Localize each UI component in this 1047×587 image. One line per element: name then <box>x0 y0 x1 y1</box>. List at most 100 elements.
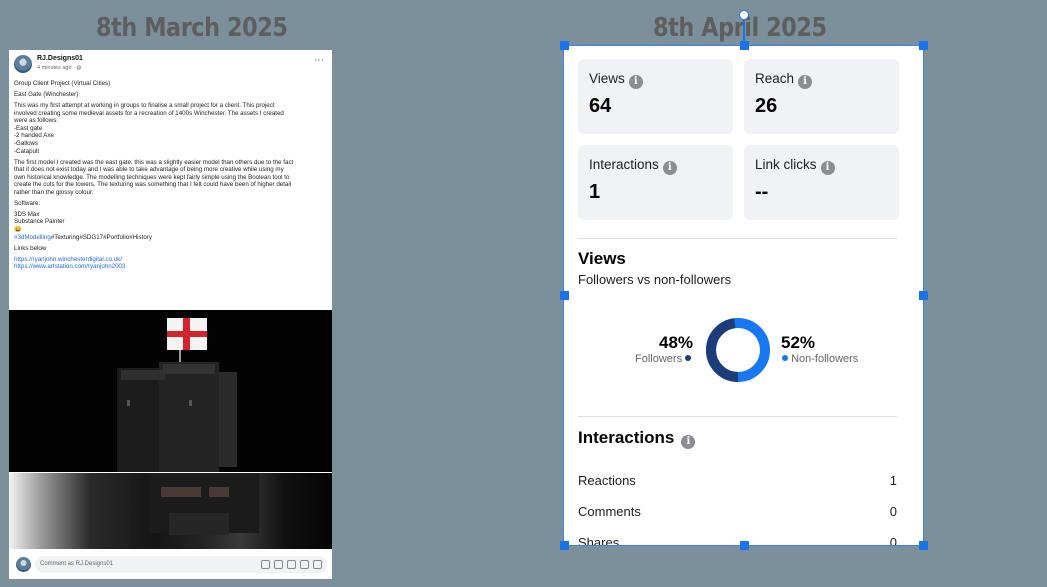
text-line: Software: <box>14 199 41 207</box>
views-stat-label: Views <box>589 71 625 86</box>
post-time-text: 4 minutes ago · <box>37 65 77 71</box>
gate-render-graphic <box>117 318 237 472</box>
info-icon[interactable]: i <box>681 435 696 449</box>
link-clicks-stat-label: Link clicks <box>755 157 817 172</box>
followers-donut-chart <box>706 318 770 382</box>
comments-value: 0 <box>889 504 897 519</box>
text-line: -Gallows <box>14 139 39 147</box>
info-icon[interactable]: i <box>798 75 813 89</box>
interactions-section-title: Interactions i <box>578 428 696 449</box>
comment-input[interactable]: Comment as RJ.Designs01 <box>35 556 327 573</box>
author-avatar[interactable] <box>14 55 32 73</box>
comment-bar: Comment as RJ.Designs01 <box>9 553 332 579</box>
text-line: were as follows: <box>14 117 59 125</box>
post-paragraph-title: Group Client Project (Virtual Cities) <box>14 80 327 88</box>
post-text: Group Client Project (Virtual Cities) Ea… <box>14 80 327 274</box>
text-line: -2 handed Axe <box>14 132 54 140</box>
hashtag-link[interactable]: #3dModelling <box>14 234 51 241</box>
text-line: Substance Painter <box>14 218 65 226</box>
resize-handle-right[interactable] <box>919 291 928 300</box>
reach-stat-value: 26 <box>755 95 778 117</box>
link-clicks-stat-value: -- <box>755 181 769 203</box>
followers-percent: 48% <box>659 333 694 352</box>
interactions-stat-label-row: Interactions i <box>589 157 677 175</box>
non-followers-percent: 52% <box>781 333 816 352</box>
more-options-icon[interactable]: ⋯ <box>314 55 324 66</box>
post-header: RJ.Designs01 4 minutes ago · ◍ ⋯ <box>14 55 327 75</box>
globe-icon: ◍ <box>76 65 82 71</box>
gate-closeup-graphic <box>149 473 259 535</box>
reach-stat-label: Reach <box>755 71 795 86</box>
reactions-label: Reactions <box>578 473 636 488</box>
comment-tools <box>261 556 322 573</box>
text-line: create the cuts for the towers. The text… <box>14 181 292 189</box>
reach-stat-card: Reach i 26 <box>744 59 899 134</box>
shares-value: 0 <box>889 535 897 545</box>
info-icon[interactable]: i <box>820 161 835 175</box>
text-line: Group Client Project (Virtual Cities) <box>14 80 111 87</box>
post-paragraph-intro: This was my first attempt at working in … <box>14 102 327 155</box>
followers-label: Followers <box>635 353 683 365</box>
text-line: that it does not exist today and I was a… <box>14 166 284 174</box>
resize-handle-left[interactable] <box>560 291 569 300</box>
rotation-handle[interactable] <box>739 10 749 20</box>
interactions-stat-value: 1 <box>589 181 601 203</box>
interactions-stat-label: Interactions <box>589 157 659 172</box>
non-followers-legend: Non-followers <box>782 353 858 365</box>
gif-icon[interactable] <box>261 560 270 569</box>
gif-picker-icon[interactable] <box>300 560 309 569</box>
resize-handle-bottom-right[interactable] <box>919 541 928 550</box>
post-image-gate-render[interactable] <box>9 310 332 472</box>
hashtags: #3dModelling#Texturing#SDG17#Portfolio#H… <box>14 234 327 242</box>
portfolio-link[interactable]: https://ryanjohn.winchesterdigital.co.uk… <box>14 256 327 264</box>
text-line: East Gate (Winchester) <box>14 90 79 98</box>
interactions-section-title-text: Interactions <box>578 428 675 447</box>
post-author[interactable]: RJ.Designs01 <box>37 55 83 62</box>
camera-icon[interactable] <box>287 560 296 569</box>
emoji-icon[interactable] <box>274 560 283 569</box>
resize-handle-bottom[interactable] <box>740 541 749 550</box>
views-section-subtitle: Followers vs non-followers <box>578 272 732 287</box>
comment-placeholder: Comment as RJ.Designs01 <box>40 561 114 567</box>
text-line: -East gate <box>14 124 43 132</box>
reactions-value: 1 <box>889 473 897 488</box>
divider <box>578 416 897 417</box>
resize-handle-top[interactable] <box>740 41 749 50</box>
info-icon[interactable]: i <box>628 75 643 89</box>
sticker-icon[interactable] <box>313 560 322 569</box>
commenter-avatar <box>16 557 31 572</box>
post-paragraph-links: https://ryanjohn.winchesterdigital.co.uk… <box>14 256 327 271</box>
resize-handle-top-right[interactable] <box>919 41 928 50</box>
comments-label: Comments <box>578 504 641 519</box>
post-image-gate-closeup[interactable] <box>9 473 332 549</box>
post-paragraph-details: The first model I created was the east g… <box>14 159 327 197</box>
views-section-title: Views <box>578 249 626 268</box>
artstation-link[interactable]: https://www.artstation.com/ryanjohn2003 <box>14 263 327 271</box>
shares-label: Shares <box>578 535 620 545</box>
text-line: -Catapult <box>14 147 40 155</box>
followers-dot <box>685 355 692 361</box>
post-paragraph-software-label: Software: <box>14 200 327 208</box>
non-followers-dot <box>782 355 788 361</box>
link-clicks-stat-card: Link clicks i -- <box>744 145 899 220</box>
hashtags-text: #Texturing#SDG17#Portfolio#History <box>50 233 152 241</box>
text-line: own historical knowledge. The modelling … <box>14 173 290 181</box>
divider <box>578 238 897 239</box>
resize-handle-top-left[interactable] <box>560 41 569 50</box>
views-stat-label-row: Views i <box>589 71 643 89</box>
reach-stat-label-row: Reach i <box>755 71 813 89</box>
text-line: involved creating some medieval assets f… <box>14 109 284 117</box>
post-insights-panel[interactable]: Views i 64 Reach i 26 Interactions i 1 Link… <box>563 45 924 546</box>
text-line: rather than the glossy colour. <box>14 188 94 196</box>
info-icon[interactable]: i <box>662 161 677 175</box>
post-paragraph-links-label: Links below <box>14 245 327 253</box>
post-timestamp[interactable]: 4 minutes ago · ◍ <box>37 65 81 71</box>
interactions-stat-card: Interactions i 1 <box>578 145 733 220</box>
post-paragraph-software: 3DS Max Substance Painter 😀 #3dModelling… <box>14 211 327 241</box>
resize-handle-bottom-left[interactable] <box>560 541 569 550</box>
text-line: The first model I created was the east g… <box>14 158 294 166</box>
left-date-heading: 8th March 2025 <box>96 13 288 43</box>
followers-legend: Followers <box>635 353 692 365</box>
link-clicks-stat-label-row: Link clicks i <box>755 157 835 175</box>
post-paragraph-subtitle: East Gate (Winchester) <box>14 91 327 99</box>
